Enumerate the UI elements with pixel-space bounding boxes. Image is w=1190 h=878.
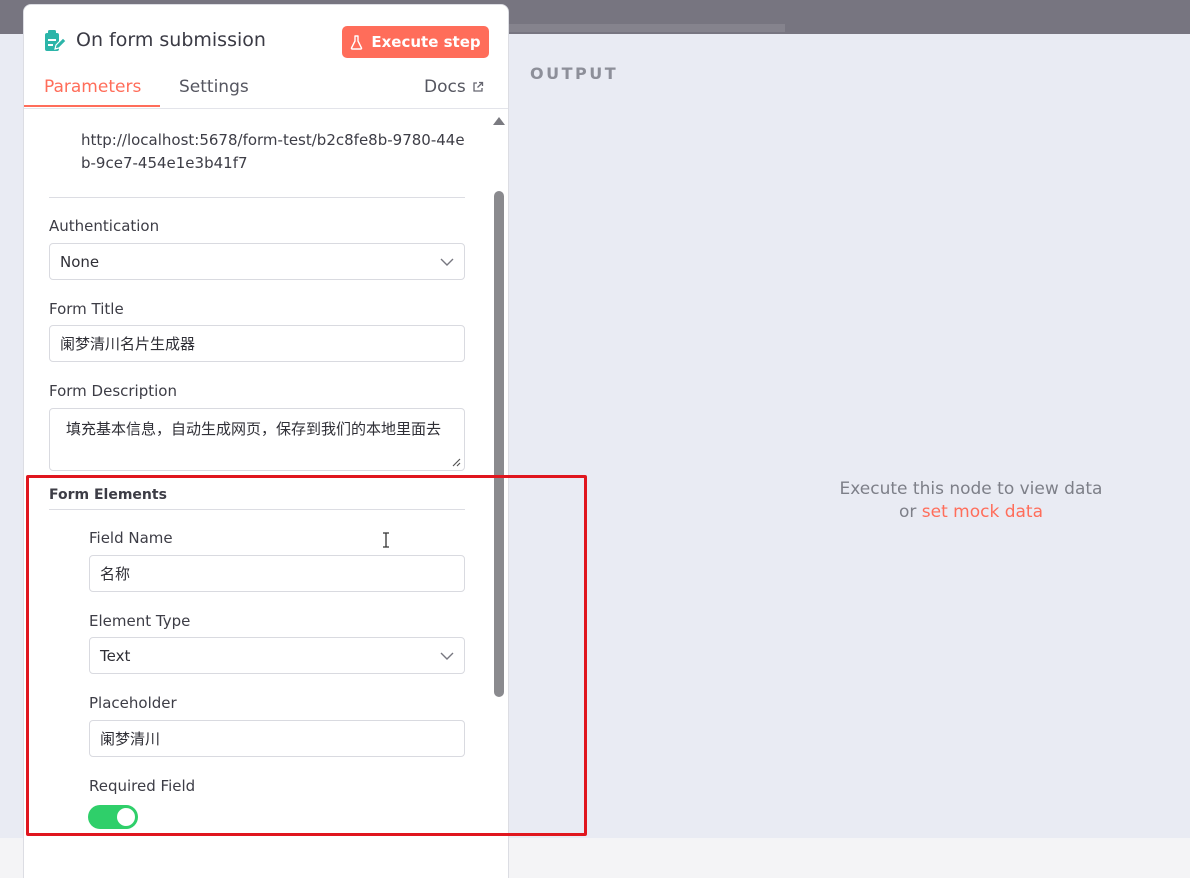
- text-cursor-icon: [383, 532, 389, 548]
- placeholder-input[interactable]: 阑梦清川: [89, 720, 465, 757]
- active-tab-indicator: [24, 105, 160, 107]
- flask-icon: [351, 34, 363, 50]
- field-name-value: 名称: [100, 565, 131, 583]
- output-empty-message: Execute this node to view data: [839, 479, 1103, 499]
- tab-settings[interactable]: Settings: [179, 77, 249, 97]
- chevron-down-icon: [440, 652, 454, 660]
- placeholder-label: Placeholder: [89, 694, 177, 712]
- node-parameters-panel: On form submission Execute step Paramete…: [23, 4, 509, 878]
- node-title: On form submission: [76, 29, 266, 51]
- required-field-toggle[interactable]: [88, 805, 138, 829]
- required-field-label: Required Field: [89, 777, 196, 795]
- canvas-backdrop: [0, 34, 23, 838]
- tab-parameters[interactable]: Parameters: [44, 77, 141, 97]
- form-url: http://localhost:5678/form-test/b2c8fe8b…: [81, 131, 465, 172]
- output-empty-hint: or set mock data: [800, 501, 1142, 524]
- panel-header: On form submission Execute step Paramete…: [24, 5, 508, 109]
- authentication-label: Authentication: [49, 217, 160, 235]
- authentication-value: None: [60, 252, 100, 271]
- authentication-select[interactable]: None: [49, 243, 465, 280]
- output-or-text: or: [898, 502, 917, 522]
- element-type-value: Text: [100, 646, 131, 665]
- field-name-input[interactable]: 名称: [89, 555, 465, 592]
- scroll-up-arrow[interactable]: [493, 117, 505, 125]
- form-title-value: 阑梦清川名片生成器: [60, 335, 196, 353]
- form-elements-heading: Form Elements: [49, 487, 167, 503]
- set-mock-data-link[interactable]: set mock data: [922, 502, 1043, 522]
- docs-link[interactable]: Docs: [424, 77, 484, 97]
- output-title: OUTPUT: [530, 64, 619, 83]
- form-title-input[interactable]: 阑梦清川名片生成器: [49, 325, 465, 362]
- toggle-knob: [117, 808, 135, 826]
- form-edit-icon: [45, 30, 66, 51]
- scrollbar-thumb[interactable]: [494, 191, 504, 697]
- section-divider: [49, 197, 465, 198]
- field-name-label: Field Name: [89, 529, 173, 547]
- resize-handle-icon[interactable]: [452, 458, 461, 467]
- form-elements-divider: [49, 509, 465, 510]
- chevron-down-icon: [440, 258, 454, 266]
- form-description-textarea[interactable]: 填充基本信息，自动生成网页，保存到我们的本地里面去: [49, 408, 465, 471]
- form-description-label: Form Description: [49, 382, 177, 400]
- execute-step-label: Execute step: [371, 33, 481, 51]
- external-link-icon: [473, 81, 483, 92]
- docs-label: Docs: [424, 77, 466, 97]
- element-type-select[interactable]: Text: [89, 637, 465, 674]
- form-title-label: Form Title: [49, 300, 124, 318]
- element-type-label: Element Type: [89, 612, 191, 630]
- top-bar-strip: [500, 24, 785, 32]
- form-description-value: 填充基本信息，自动生成网页，保存到我们的本地里面去: [66, 420, 442, 438]
- execute-step-button[interactable]: Execute step: [342, 26, 489, 58]
- output-empty-state: Execute this node to view data or set mo…: [800, 478, 1142, 524]
- placeholder-value: 阑梦清川: [100, 730, 161, 748]
